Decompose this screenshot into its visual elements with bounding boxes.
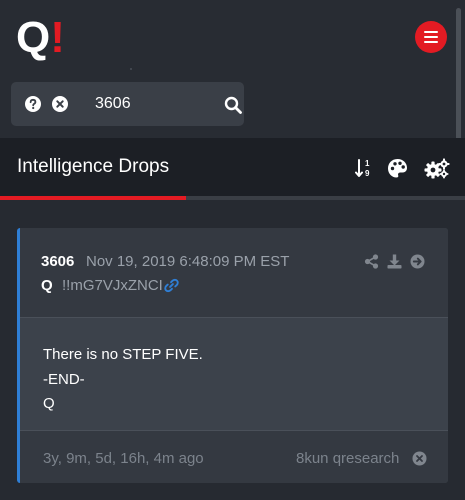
link-icon[interactable] [164,278,179,293]
drop-text-line: Q [43,395,55,412]
drop-footer: 3y, 9m, 5d, 16h, 4m ago 8kun qresearch [20,430,448,483]
search-icon[interactable] [224,96,242,114]
help-icon[interactable] [25,96,41,112]
scroll-progress-fill [0,196,186,200]
top-bar: Q ! [0,0,465,190]
hamburger-icon [424,31,438,43]
logo-letter: Q [16,13,50,62]
drop-header: 3606 Nov 19, 2019 6:48:09 PM EST Q !!mG7… [20,228,448,318]
svg-text:1: 1 [365,159,370,168]
drop-age: 3y, 9m, 5d, 16h, 4m ago [43,450,204,467]
settings-icon[interactable] [424,158,450,179]
clear-icon[interactable] [52,96,68,112]
drop-number[interactable]: 3606 [41,253,74,270]
share-icon[interactable] [364,254,379,269]
section-title: Intelligence Drops [17,156,170,177]
drop-author: Q [41,277,53,294]
drop-card: 3606 Nov 19, 2019 6:48:09 PM EST Q !!mG7… [17,228,448,483]
goto-icon[interactable] [410,254,425,269]
drop-text-line: -END- [43,371,85,388]
search-input[interactable] [95,92,205,116]
logo-mark: ! [50,13,65,62]
search-box [11,82,244,126]
close-icon[interactable] [412,451,427,466]
scroll-progress [0,196,465,200]
divider-dot [130,68,132,70]
drop-board: 8kun qresearch [296,450,400,467]
menu-button[interactable] [415,21,447,53]
drop-body: There is no STEP FIVE. -END- Q [20,318,448,430]
palette-icon[interactable] [387,158,408,179]
svg-text:9: 9 [365,169,370,178]
download-icon[interactable] [387,254,402,269]
drop-text-line: There is no STEP FIVE. [43,346,203,363]
drop-date: Nov 19, 2019 6:48:09 PM EST [86,253,290,270]
sort-numeric-icon[interactable]: 1 9 [355,158,373,178]
app-logo[interactable]: Q ! [16,13,65,62]
drop-tripcode: !!mG7VJxZNCI [62,277,163,294]
